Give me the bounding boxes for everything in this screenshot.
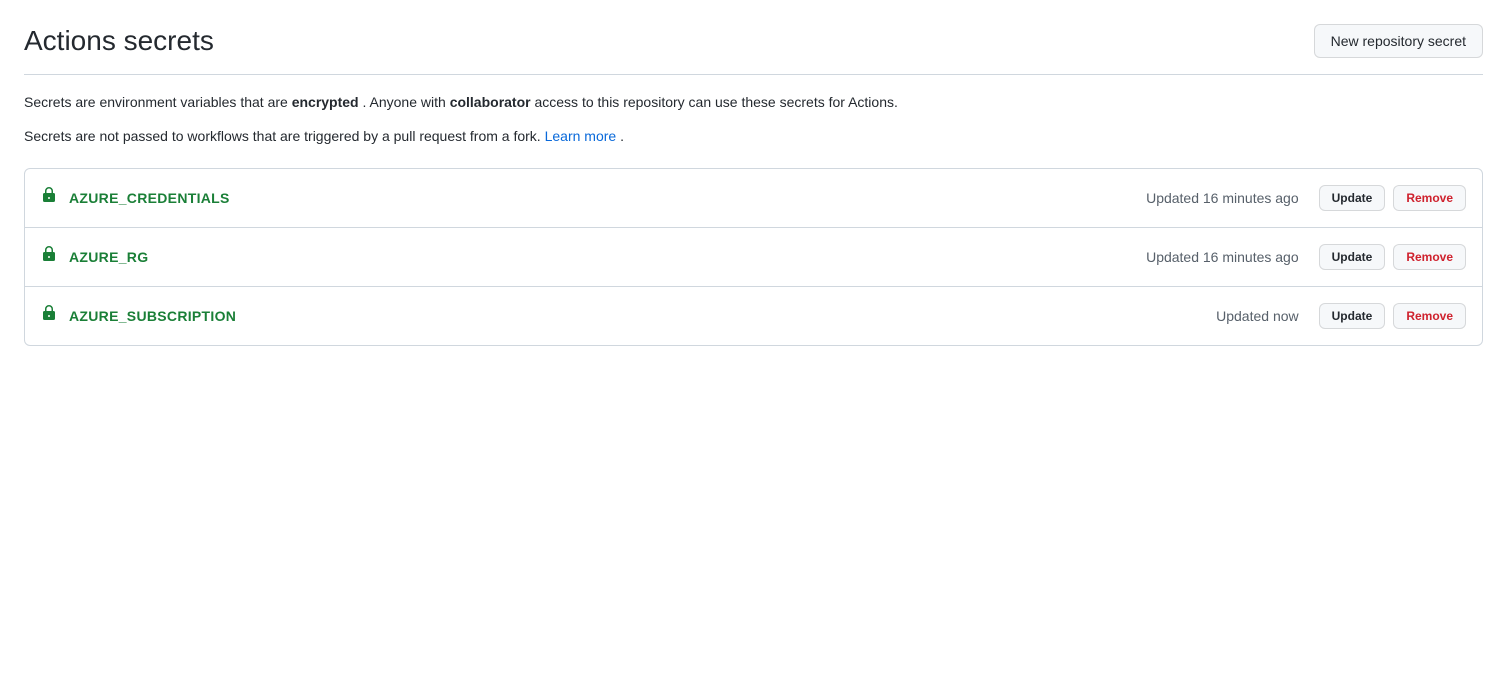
fork-text: Secrets are not passed to workflows that…	[24, 128, 545, 144]
description-line1: Secrets are environment variables that a…	[24, 91, 1483, 113]
secret-name: AZURE_SUBSCRIPTION	[69, 308, 1216, 324]
update-button[interactable]: Update	[1319, 185, 1386, 211]
page-header: Actions secrets New repository secret	[24, 24, 1483, 75]
description-line2: Secrets are not passed to workflows that…	[24, 125, 1483, 147]
page-title: Actions secrets	[24, 25, 214, 57]
secret-actions: Update Remove	[1319, 244, 1466, 270]
description-suffix: access to this repository can use these …	[534, 94, 897, 110]
secret-updated: Updated 16 minutes ago	[1146, 190, 1299, 206]
secret-row: AZURE_RG Updated 16 minutes ago Update R…	[25, 228, 1482, 287]
description-middle: . Anyone with	[363, 94, 450, 110]
secret-actions: Update Remove	[1319, 303, 1466, 329]
learn-more-link[interactable]: Learn more	[545, 128, 617, 144]
update-button[interactable]: Update	[1319, 244, 1386, 270]
remove-button[interactable]: Remove	[1393, 303, 1466, 329]
remove-button[interactable]: Remove	[1393, 185, 1466, 211]
remove-button[interactable]: Remove	[1393, 244, 1466, 270]
secret-row: AZURE_CREDENTIALS Updated 16 minutes ago…	[25, 169, 1482, 228]
lock-icon	[41, 305, 57, 326]
lock-icon	[41, 187, 57, 208]
secret-row: AZURE_SUBSCRIPTION Updated now Update Re…	[25, 287, 1482, 345]
lock-icon	[41, 246, 57, 267]
period: .	[620, 128, 624, 144]
description-prefix: Secrets are environment variables that a…	[24, 94, 292, 110]
secrets-table: AZURE_CREDENTIALS Updated 16 minutes ago…	[24, 168, 1483, 346]
secret-actions: Update Remove	[1319, 185, 1466, 211]
new-repository-secret-button[interactable]: New repository secret	[1314, 24, 1483, 58]
secret-updated: Updated 16 minutes ago	[1146, 249, 1299, 265]
secret-name: AZURE_CREDENTIALS	[69, 190, 1146, 206]
collaborator-word: collaborator	[450, 94, 531, 110]
secret-name: AZURE_RG	[69, 249, 1146, 265]
encrypted-word: encrypted	[292, 94, 359, 110]
secret-updated: Updated now	[1216, 308, 1299, 324]
update-button[interactable]: Update	[1319, 303, 1386, 329]
